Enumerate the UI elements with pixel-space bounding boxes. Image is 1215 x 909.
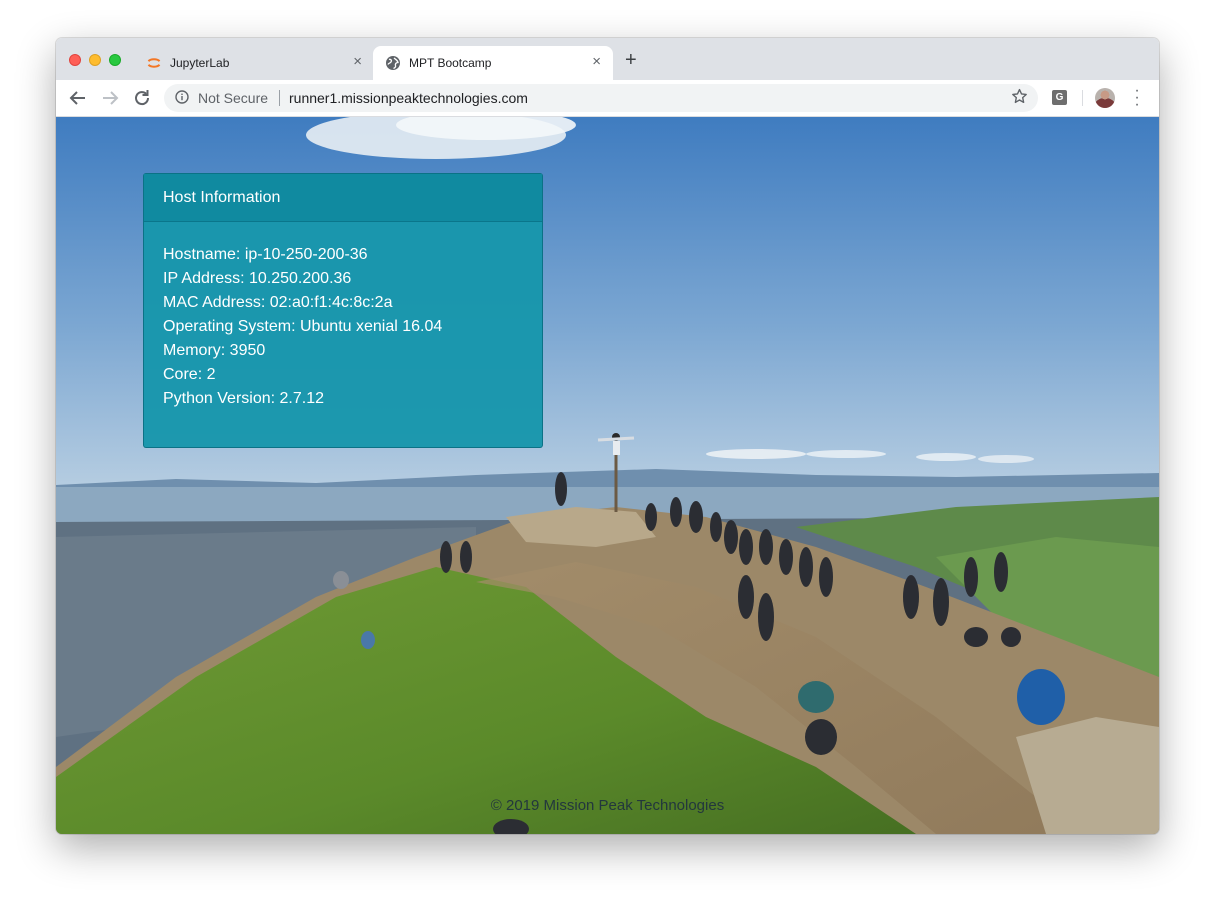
forward-arrow-icon[interactable] (98, 86, 122, 110)
bookmark-star-icon[interactable] (1011, 88, 1028, 105)
page-footer: © 2019 Mission Peak Technologies (490, 797, 725, 814)
host-information-card: Host Information Hostname: ip-10-250-200… (143, 173, 543, 448)
row-label: IP Address (163, 270, 241, 287)
ip-address-row: IP Address: 10.250.200.36 (163, 270, 352, 287)
page-content: Host Information Hostname: ip-10-250-200… (56, 117, 1159, 834)
tab-jupyterlab[interactable]: JupyterLab × (134, 46, 374, 80)
row-value: ip-10-250-200-36 (244, 246, 368, 263)
close-tab-icon[interactable]: × (353, 54, 362, 70)
hostname-row: Hostname: ip-10-250-200-36 (163, 246, 368, 263)
row-label: MAC Address (163, 294, 261, 311)
window-close-button[interactable] (69, 54, 81, 66)
tab-strip: JupyterLab × MPT Bootcamp × + (56, 38, 1159, 80)
row-value: 02:a0:f1:4c:8c:2a (269, 294, 393, 311)
divider (279, 90, 280, 106)
row-value: 3950 (229, 342, 266, 359)
row-value: 10.250.200.36 (248, 270, 352, 287)
row-label: Memory (163, 342, 221, 359)
globe-icon (386, 56, 400, 70)
tab-title: MPT Bootcamp (409, 56, 492, 70)
browser-window: JupyterLab × MPT Bootcamp × + Not Secure… (56, 38, 1159, 834)
operating-system-row: Operating System: Ubuntu xenial 16.04 (163, 318, 443, 335)
info-icon[interactable] (175, 90, 189, 104)
window-maximize-button[interactable] (109, 54, 121, 66)
core-row: Core: 2 (163, 366, 216, 383)
security-status[interactable]: Not Secure (198, 90, 268, 106)
back-arrow-icon[interactable] (66, 86, 90, 110)
card-title: Host Information (144, 174, 542, 222)
address-bar[interactable]: Not Secure runner1.missionpeaktechnologi… (164, 84, 1038, 112)
row-value: 2 (206, 366, 216, 383)
window-minimize-button[interactable] (89, 54, 101, 66)
close-tab-icon[interactable]: × (592, 54, 601, 70)
menu-dots-icon[interactable]: · · · (1131, 83, 1143, 113)
profile-avatar[interactable] (1095, 88, 1115, 108)
row-value: Ubuntu xenial 16.04 (299, 318, 443, 335)
row-label: Python Version (163, 390, 271, 407)
memory-row: Memory: 3950 (163, 342, 266, 359)
extension-icon[interactable]: G (1052, 90, 1067, 105)
row-label: Core (163, 366, 198, 383)
new-tab-button[interactable]: + (625, 50, 637, 70)
card-body: Hostname: ip-10-250-200-36 IP Address: 1… (144, 222, 542, 411)
row-label: Operating System (163, 318, 292, 335)
tab-title: JupyterLab (170, 56, 230, 70)
browser-toolbar: Not Secure runner1.missionpeaktechnologi… (56, 80, 1159, 117)
divider (1082, 90, 1083, 106)
row-label: Hostname (163, 246, 236, 263)
url-text[interactable]: runner1.missionpeaktechnologies.com (289, 90, 528, 106)
reload-icon[interactable] (130, 86, 154, 110)
python-version-row: Python Version: 2.7.12 (163, 390, 324, 407)
jupyter-icon (147, 58, 161, 68)
row-value: 2.7.12 (279, 390, 324, 407)
tab-mpt-bootcamp[interactable]: MPT Bootcamp × (373, 46, 613, 80)
mac-address-row: MAC Address: 02:a0:f1:4c:8c:2a (163, 294, 393, 311)
